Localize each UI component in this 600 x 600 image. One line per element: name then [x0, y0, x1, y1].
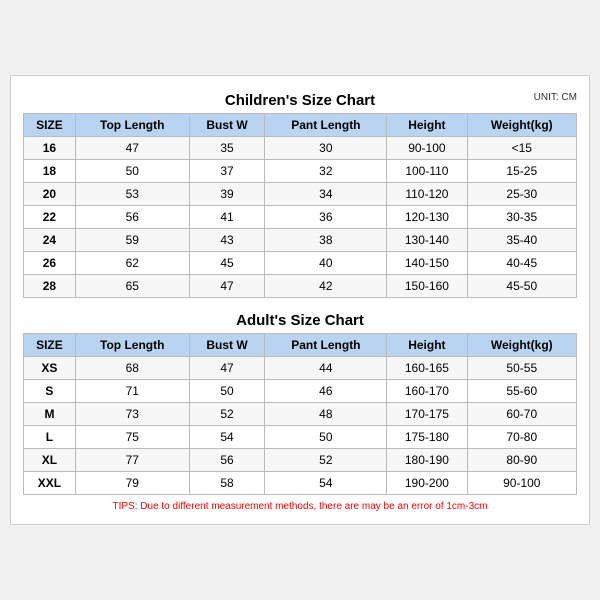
children-size-table: SIZE Top Length Bust W Pant Length Heigh… — [23, 113, 577, 298]
table-row: 1647353090-100<15 — [24, 137, 577, 160]
table-row: 26624540140-15040-45 — [24, 252, 577, 275]
adult-col-bust-w: Bust W — [189, 334, 265, 357]
adult-col-weight: Weight(kg) — [467, 334, 576, 357]
table-row: 24594338130-14035-40 — [24, 229, 577, 252]
col-header-weight: Weight(kg) — [467, 114, 576, 137]
children-chart-title: Children's Size Chart UNIT: CM — [23, 86, 577, 113]
adult-col-pant-length: Pant Length — [265, 334, 387, 357]
children-header-row: SIZE Top Length Bust W Pant Length Heigh… — [24, 114, 577, 137]
table-row: S715046160-17055-60 — [24, 380, 577, 403]
adult-chart-title: Adult's Size Chart — [23, 306, 577, 333]
adult-col-height: Height — [387, 334, 467, 357]
table-row: 28654742150-16045-50 — [24, 275, 577, 298]
table-row: 20533934110-12025-30 — [24, 183, 577, 206]
col-header-pant-length: Pant Length — [265, 114, 387, 137]
table-row: L755450175-18070-80 — [24, 426, 577, 449]
table-row: XS684744160-16550-55 — [24, 357, 577, 380]
adult-size-table: SIZE Top Length Bust W Pant Length Heigh… — [23, 333, 577, 495]
unit-label: UNIT: CM — [534, 92, 577, 103]
table-row: 22564136120-13030-35 — [24, 206, 577, 229]
tips-text: TIPS: Due to different measurement metho… — [23, 495, 577, 514]
col-header-bust-w: Bust W — [189, 114, 265, 137]
table-row: M735248170-17560-70 — [24, 403, 577, 426]
table-row: XXL795854190-20090-100 — [24, 472, 577, 495]
table-row: 18503732100-11015-25 — [24, 160, 577, 183]
adult-header-row: SIZE Top Length Bust W Pant Length Heigh… — [24, 334, 577, 357]
col-header-height: Height — [387, 114, 467, 137]
adult-col-top-length: Top Length — [75, 334, 189, 357]
size-chart: Children's Size Chart UNIT: CM SIZE Top … — [10, 75, 590, 525]
table-row: XL775652180-19080-90 — [24, 449, 577, 472]
col-header-top-length: Top Length — [75, 114, 189, 137]
adult-col-size: SIZE — [24, 334, 76, 357]
col-header-size: SIZE — [24, 114, 76, 137]
